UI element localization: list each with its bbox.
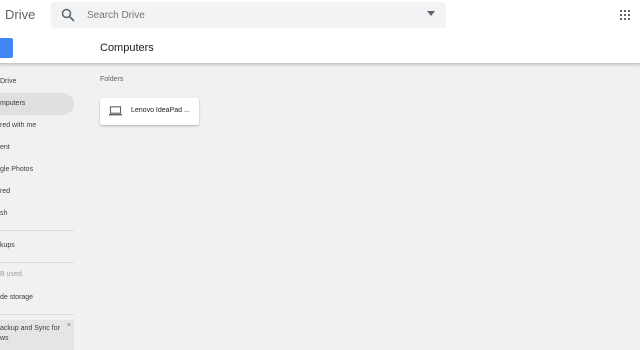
sidebar-item-trash[interactable]: sh — [0, 203, 74, 225]
sidebar-item-google-photos[interactable]: gle Photos — [0, 159, 74, 181]
search-box[interactable] — [51, 2, 446, 28]
folder-name: Lenovo IdeaPad ... — [131, 107, 190, 114]
apps-icon[interactable] — [620, 10, 630, 20]
upgrade-storage-link[interactable]: de storage — [0, 287, 74, 309]
sidebar: Drive mputers red with me ent gle Photos… — [0, 65, 75, 350]
divider — [0, 262, 74, 263]
sidebar-item-label: mputers — [0, 100, 26, 107]
sidebar-item-label: gle Photos — [0, 166, 34, 173]
sidebar-item-label: red — [0, 188, 11, 195]
app-name[interactable]: Drive — [5, 7, 35, 22]
sidebar-item-starred[interactable]: red — [0, 181, 74, 203]
storage-used-text: B used — [0, 271, 22, 278]
sidebar-item-label: sh — [0, 210, 8, 217]
promo-text: ackup and Sync for ws — [0, 324, 66, 344]
sidebar-item-label: Drive — [0, 78, 17, 85]
computer-folder-card[interactable]: Lenovo IdeaPad ... — [100, 98, 199, 125]
new-button[interactable] — [0, 38, 13, 58]
search-icon[interactable] — [61, 8, 75, 22]
sidebar-item-label: kups — [0, 242, 15, 249]
folders-section-label: Folders — [100, 76, 124, 83]
upgrade-storage-label: de storage — [0, 294, 34, 301]
divider — [0, 314, 74, 315]
sidebar-item-shared-with-me[interactable]: red with me — [0, 115, 74, 137]
sidebar-item-computers[interactable]: mputers — [0, 93, 74, 115]
sidebar-item-backups[interactable]: kups — [0, 235, 74, 257]
laptop-icon — [109, 106, 122, 116]
sidebar-item-recent[interactable]: ent — [0, 137, 74, 159]
divider — [0, 230, 74, 231]
top-bar: Drive — [0, 0, 640, 31]
promo-line-2: ws — [0, 335, 9, 342]
page-title: Computers — [100, 42, 154, 54]
backup-sync-promo[interactable]: ackup and Sync for ws × — [0, 320, 74, 350]
promo-line-1: ackup and Sync for — [0, 325, 60, 332]
sub-header: Computers — [0, 31, 640, 64]
sidebar-item-label: red with me — [0, 122, 37, 129]
sidebar-item-label: ent — [0, 144, 10, 151]
search-options-icon[interactable] — [427, 11, 435, 17]
search-input[interactable] — [87, 5, 417, 25]
close-icon[interactable]: × — [67, 322, 71, 329]
sidebar-item-my-drive[interactable]: Drive — [0, 71, 74, 93]
